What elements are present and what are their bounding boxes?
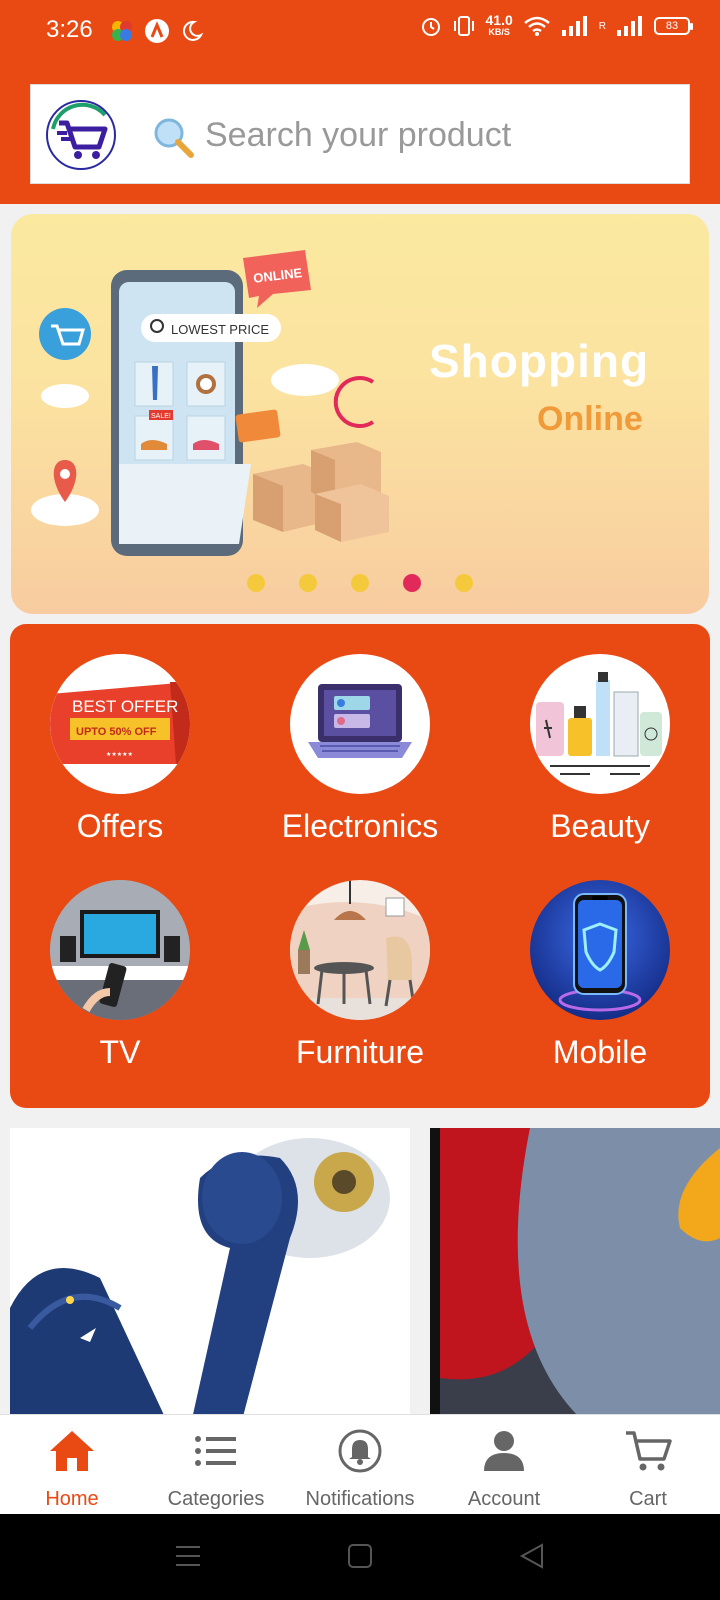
home-square-icon[interactable] (346, 1542, 374, 1570)
a-app-icon (145, 19, 169, 43)
search-icon (154, 118, 194, 158)
furniture-image[interactable] (290, 880, 430, 1020)
category-label: Offers (76, 808, 164, 844)
back-icon[interactable] (518, 1542, 546, 1570)
category-tv[interactable]: TV (10, 880, 230, 1071)
bell-icon (338, 1429, 382, 1473)
category-furniture[interactable]: Furniture (250, 880, 470, 1071)
network-speed-unit: KB/S (488, 27, 510, 37)
earbuds-image (10, 1138, 390, 1418)
status-bar: 3:26 41.0 KB/S R 83 (0, 0, 720, 64)
status-time: 3:26 (46, 16, 93, 43)
status-indicators: 41.0 KB/S R 83 (420, 12, 693, 38)
search-input[interactable] (205, 109, 665, 161)
banner-pagination (247, 574, 473, 592)
pinwheel-app-icon (112, 21, 132, 41)
pagination-dot-1[interactable] (247, 574, 265, 592)
vibrate-icon (453, 16, 474, 36)
nav-cart[interactable]: Cart (576, 1425, 720, 1511)
category-mobile[interactable]: Mobile (490, 880, 710, 1071)
pagination-dot-4-active[interactable] (403, 574, 421, 592)
tv-image[interactable] (50, 880, 190, 1020)
nav-categories-label: Categories (167, 1488, 265, 1510)
list-icon (195, 1436, 236, 1466)
offers-upto-50: UPTO 50% OFF (76, 726, 157, 738)
nav-notifications-label: Notifications (305, 1488, 415, 1510)
banner-subtitle: Online (537, 400, 643, 438)
network-speed: 41.0 KB/S (485, 12, 513, 38)
app-header (0, 64, 720, 204)
banner-lowest-price: LOWEST PRICE (171, 322, 269, 337)
nav-categories[interactable]: Categories (144, 1425, 288, 1511)
moon-icon (182, 20, 204, 41)
mobile-image[interactable] (530, 880, 670, 1020)
alarm-icon (421, 18, 440, 36)
person-icon (484, 1431, 524, 1471)
category-label: Mobile (552, 1034, 648, 1070)
nav-notifications[interactable]: Notifications (288, 1425, 432, 1511)
nav-account[interactable]: Account (432, 1425, 576, 1511)
electronics-image[interactable] (290, 654, 430, 794)
battery-indicator: 83 (654, 17, 693, 35)
status-app-icons (110, 18, 204, 44)
bottom-navigation: Home Categories Notifications Account Ca… (0, 1414, 720, 1514)
offers-image[interactable]: BEST OFFER UPTO 50% OFF ★★★★★ (50, 654, 190, 794)
promo-banner[interactable]: LOWEST PRICE SALE! ONLINE Shopping Onlin… (11, 214, 709, 614)
wifi-icon (523, 16, 550, 36)
banner-title: Shopping (429, 335, 650, 387)
categories-grid: BEST OFFER UPTO 50% OFF ★★★★★ Offers Ele… (10, 624, 710, 1108)
pagination-dot-5[interactable] (455, 574, 473, 592)
offers-stars: ★★★★★ (106, 751, 133, 758)
product-card-earbuds[interactable] (10, 1128, 410, 1418)
category-label: Furniture (295, 1034, 425, 1070)
signal-2-icon (617, 16, 642, 36)
home-icon (50, 1431, 94, 1471)
cart-logo-icon[interactable] (45, 99, 117, 171)
tablet-image (430, 1128, 720, 1418)
network-speed-value: 41.0 (485, 12, 513, 28)
banner-illustration: LOWEST PRICE SALE! ONLINE (31, 250, 389, 556)
category-beauty[interactable]: Beauty (490, 654, 710, 845)
nav-cart-label: Cart (629, 1488, 667, 1510)
roaming-indicator: R (598, 20, 606, 32)
offers-best-offer: BEST OFFER (72, 697, 178, 716)
beauty-image[interactable] (530, 654, 670, 794)
cart-icon (626, 1431, 672, 1471)
category-label: Electronics (281, 808, 439, 844)
system-navigation-bar (0, 1514, 720, 1600)
pagination-dot-2[interactable] (299, 574, 317, 592)
search-bar[interactable] (30, 84, 690, 184)
banner-sale-tag: SALE! (151, 413, 171, 420)
nav-account-label: Account (467, 1488, 541, 1510)
category-electronics[interactable]: Electronics (250, 654, 470, 845)
category-offers[interactable]: BEST OFFER UPTO 50% OFF ★★★★★ Offers (10, 654, 230, 845)
nav-home[interactable]: Home (0, 1425, 144, 1511)
menu-icon[interactable] (174, 1542, 202, 1570)
product-card-tablet[interactable] (430, 1128, 720, 1418)
signal-icon (561, 16, 587, 36)
category-label: TV (99, 1034, 141, 1070)
nav-home-label: Home (45, 1488, 99, 1510)
category-label: Beauty (550, 808, 650, 844)
pagination-dot-3[interactable] (351, 574, 369, 592)
